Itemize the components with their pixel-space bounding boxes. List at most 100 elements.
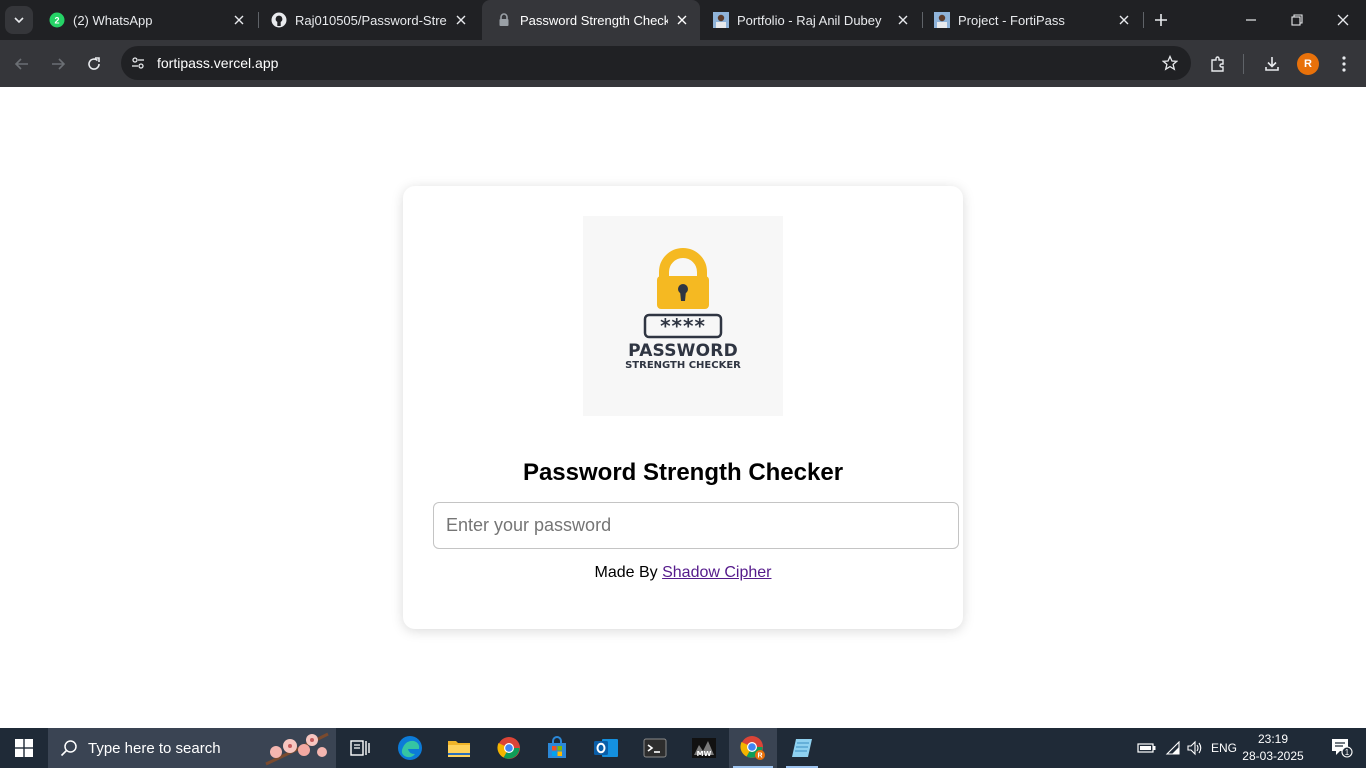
puzzle-icon (1211, 56, 1224, 72)
address-bar[interactable]: fortipass.vercel.app (121, 46, 1191, 80)
edge-icon (398, 736, 422, 760)
clock-time: 23:19 (1257, 732, 1289, 746)
back-button[interactable] (8, 50, 36, 78)
taskbar: Type here to search MW R ENG 23:19 28-03… (0, 728, 1366, 768)
password-input[interactable] (433, 502, 959, 549)
outlook-icon (594, 739, 618, 757)
volume-indicator[interactable] (1184, 728, 1206, 768)
kebab-menu-icon (1342, 56, 1346, 72)
logo-word-strength-checker: STRENGTH CHECKER (625, 360, 741, 371)
notification-center-button[interactable]: 1 (1318, 728, 1366, 768)
store-icon (548, 736, 566, 758)
padlock-icon: **** (643, 248, 723, 339)
tab-title: (2) WhatsApp (73, 12, 153, 28)
battery-indicator[interactable] (1136, 728, 1158, 768)
new-tab-button[interactable] (1150, 9, 1172, 31)
system-clock[interactable]: 23:19 28-03-2025 (1240, 731, 1306, 765)
tab-title: Password Strength Checker (520, 12, 668, 28)
restore-icon (1291, 14, 1303, 26)
minimize-icon (1246, 19, 1256, 21)
arrow-left-icon (14, 58, 28, 70)
close-tab-icon[interactable] (674, 12, 690, 28)
svg-text:R: R (757, 753, 762, 760)
close-tab-icon[interactable] (1116, 12, 1132, 28)
chevron-down-icon (14, 17, 24, 24)
reload-icon (88, 57, 100, 70)
network-indicator[interactable] (1162, 728, 1184, 768)
folder-icon (448, 741, 470, 757)
profile-avatar[interactable]: R (1297, 53, 1319, 75)
credit-prefix: Made By (594, 564, 658, 581)
close-window-button[interactable] (1320, 0, 1366, 40)
svg-text:2: 2 (54, 16, 59, 26)
downloads-button[interactable] (1261, 53, 1283, 75)
avatar-icon (713, 12, 729, 28)
search-placeholder: Type here to search (88, 740, 221, 757)
tab-portfolio[interactable]: Portfolio - Raj Anil Dubey (699, 0, 921, 40)
task-view-icon (350, 740, 370, 756)
speaker-icon (1187, 740, 1202, 756)
restore-button[interactable] (1274, 0, 1320, 40)
clock-date: 28-03-2025 (1242, 749, 1304, 763)
notification-icon: 1 (1332, 739, 1353, 758)
taskbar-microsoft-store[interactable] (533, 728, 581, 768)
credit-line: Made By Shadow Cipher (403, 564, 963, 582)
svg-text:MW: MW (697, 750, 712, 758)
terminal-icon (643, 738, 667, 758)
lock-icon (496, 12, 512, 28)
taskbar-edge[interactable] (386, 728, 434, 768)
taskbar-chrome[interactable] (485, 728, 533, 768)
windows-logo-icon (15, 739, 33, 757)
taskbar-terminal[interactable] (631, 728, 679, 768)
toolbar-divider (1243, 54, 1244, 74)
tab-whatsapp[interactable]: 2 (2) WhatsApp (35, 0, 257, 40)
cherry-blossom-icon (265, 732, 329, 766)
plus-icon (1155, 14, 1167, 26)
notepad-icon (792, 739, 812, 757)
notification-count: 1 (1345, 748, 1350, 757)
tab-fortipass-project[interactable]: Project - FortiPass (920, 0, 1142, 40)
tab-password-checker[interactable]: Password Strength Checker (482, 0, 700, 40)
extensions-button[interactable] (1207, 53, 1229, 75)
tab-title: Portfolio - Raj Anil Dubey (737, 12, 882, 28)
page-title: Password Strength Checker (522, 459, 844, 486)
taskbar-matlab[interactable]: MW (680, 728, 728, 768)
minimize-button[interactable] (1228, 0, 1274, 40)
close-tab-icon[interactable] (895, 12, 911, 28)
tab-title: Raj010505/Password-Strength (295, 12, 447, 28)
reload-button[interactable] (80, 50, 108, 78)
tab-search-button[interactable] (5, 6, 33, 34)
taskbar-file-explorer[interactable] (435, 728, 483, 768)
tab-separator (1143, 12, 1144, 28)
wifi-icon (1165, 741, 1180, 755)
taskbar-search[interactable]: Type here to search (48, 728, 336, 768)
tab-title: Project - FortiPass (958, 12, 1065, 28)
task-view-button[interactable] (336, 728, 384, 768)
language-indicator[interactable]: ENG (1208, 728, 1240, 768)
taskbar-outlook[interactable] (582, 728, 630, 768)
site-info-icon[interactable] (129, 54, 147, 72)
url-text: fortipass.vercel.app (157, 55, 279, 71)
search-icon (60, 740, 77, 757)
masked-password-text: **** (660, 314, 706, 338)
checker-card: **** PASSWORD STRENGTH CHECKER Password … (403, 186, 963, 629)
bookmark-star-icon[interactable] (1161, 54, 1179, 72)
close-tab-icon[interactable] (453, 12, 469, 28)
battery-icon (1137, 743, 1156, 753)
arrow-right-icon (52, 58, 66, 70)
taskbar-chrome-profile[interactable]: R (729, 728, 777, 768)
tab-github[interactable]: Raj010505/Password-Strength (257, 0, 479, 40)
matlab-icon: MW (692, 738, 716, 758)
start-button[interactable] (0, 728, 48, 768)
forward-button[interactable] (44, 50, 72, 78)
taskbar-notepad[interactable] (778, 728, 826, 768)
close-icon (1337, 14, 1349, 26)
browser-toolbar: fortipass.vercel.app R (0, 40, 1366, 87)
browser-menu-button[interactable] (1333, 53, 1355, 75)
author-link[interactable]: Shadow Cipher (662, 564, 771, 581)
logo-word-password: PASSWORD (628, 341, 738, 361)
chrome-icon (497, 737, 520, 759)
app-logo: **** PASSWORD STRENGTH CHECKER (583, 216, 783, 416)
close-tab-icon[interactable] (231, 12, 247, 28)
whatsapp-icon: 2 (49, 12, 65, 28)
